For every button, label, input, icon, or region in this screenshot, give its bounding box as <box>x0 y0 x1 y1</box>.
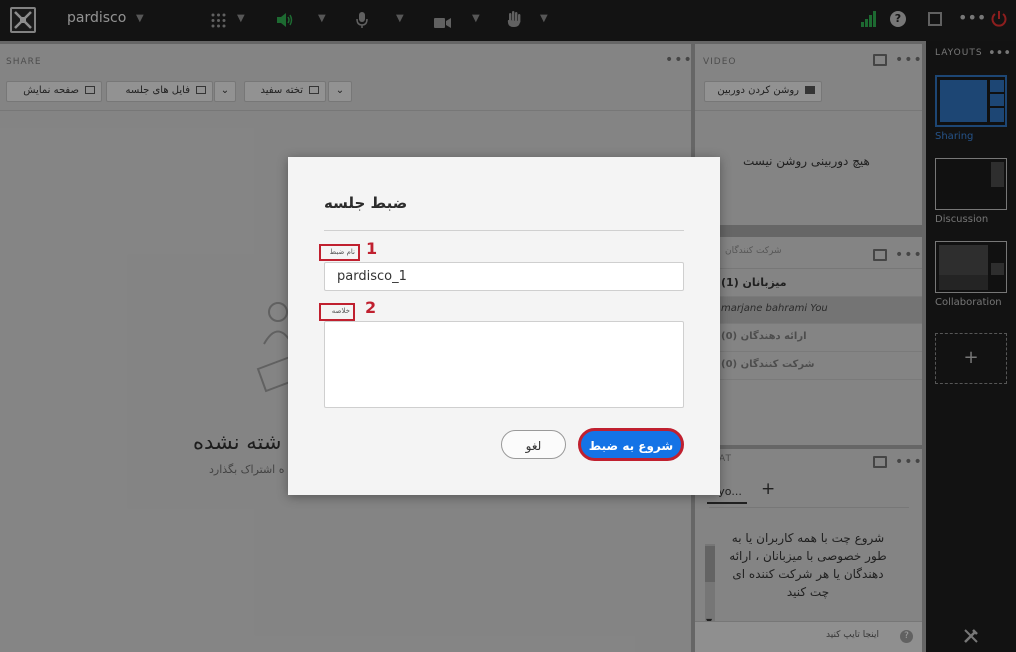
annotation-marker-1: 1 <box>366 239 378 258</box>
start-recording-label: شروع به ضبط <box>588 439 674 453</box>
summary-textarea[interactable] <box>324 321 684 408</box>
start-recording-button[interactable]: شروع به ضبط <box>578 428 684 461</box>
cancel-button[interactable]: لغو <box>501 430 566 459</box>
recording-name-label: نام ضبط <box>329 248 355 256</box>
dialog-title: ضبط جلسه <box>324 194 408 212</box>
recording-name-label-box: نام ضبط <box>319 244 360 261</box>
annotation-marker-2: 2 <box>365 298 377 317</box>
record-meeting-dialog: ضبط جلسه نام ضبط 1 pardisco_1 خلاصه 2 لغ… <box>288 157 720 495</box>
dialog-title-divider <box>324 230 684 231</box>
summary-label-box: خلاصه <box>319 303 355 321</box>
recording-name-value: pardisco_1 <box>337 269 407 284</box>
recording-name-input[interactable]: pardisco_1 <box>324 262 684 291</box>
summary-label: خلاصه <box>331 307 350 315</box>
cancel-label: لغو <box>525 439 542 453</box>
